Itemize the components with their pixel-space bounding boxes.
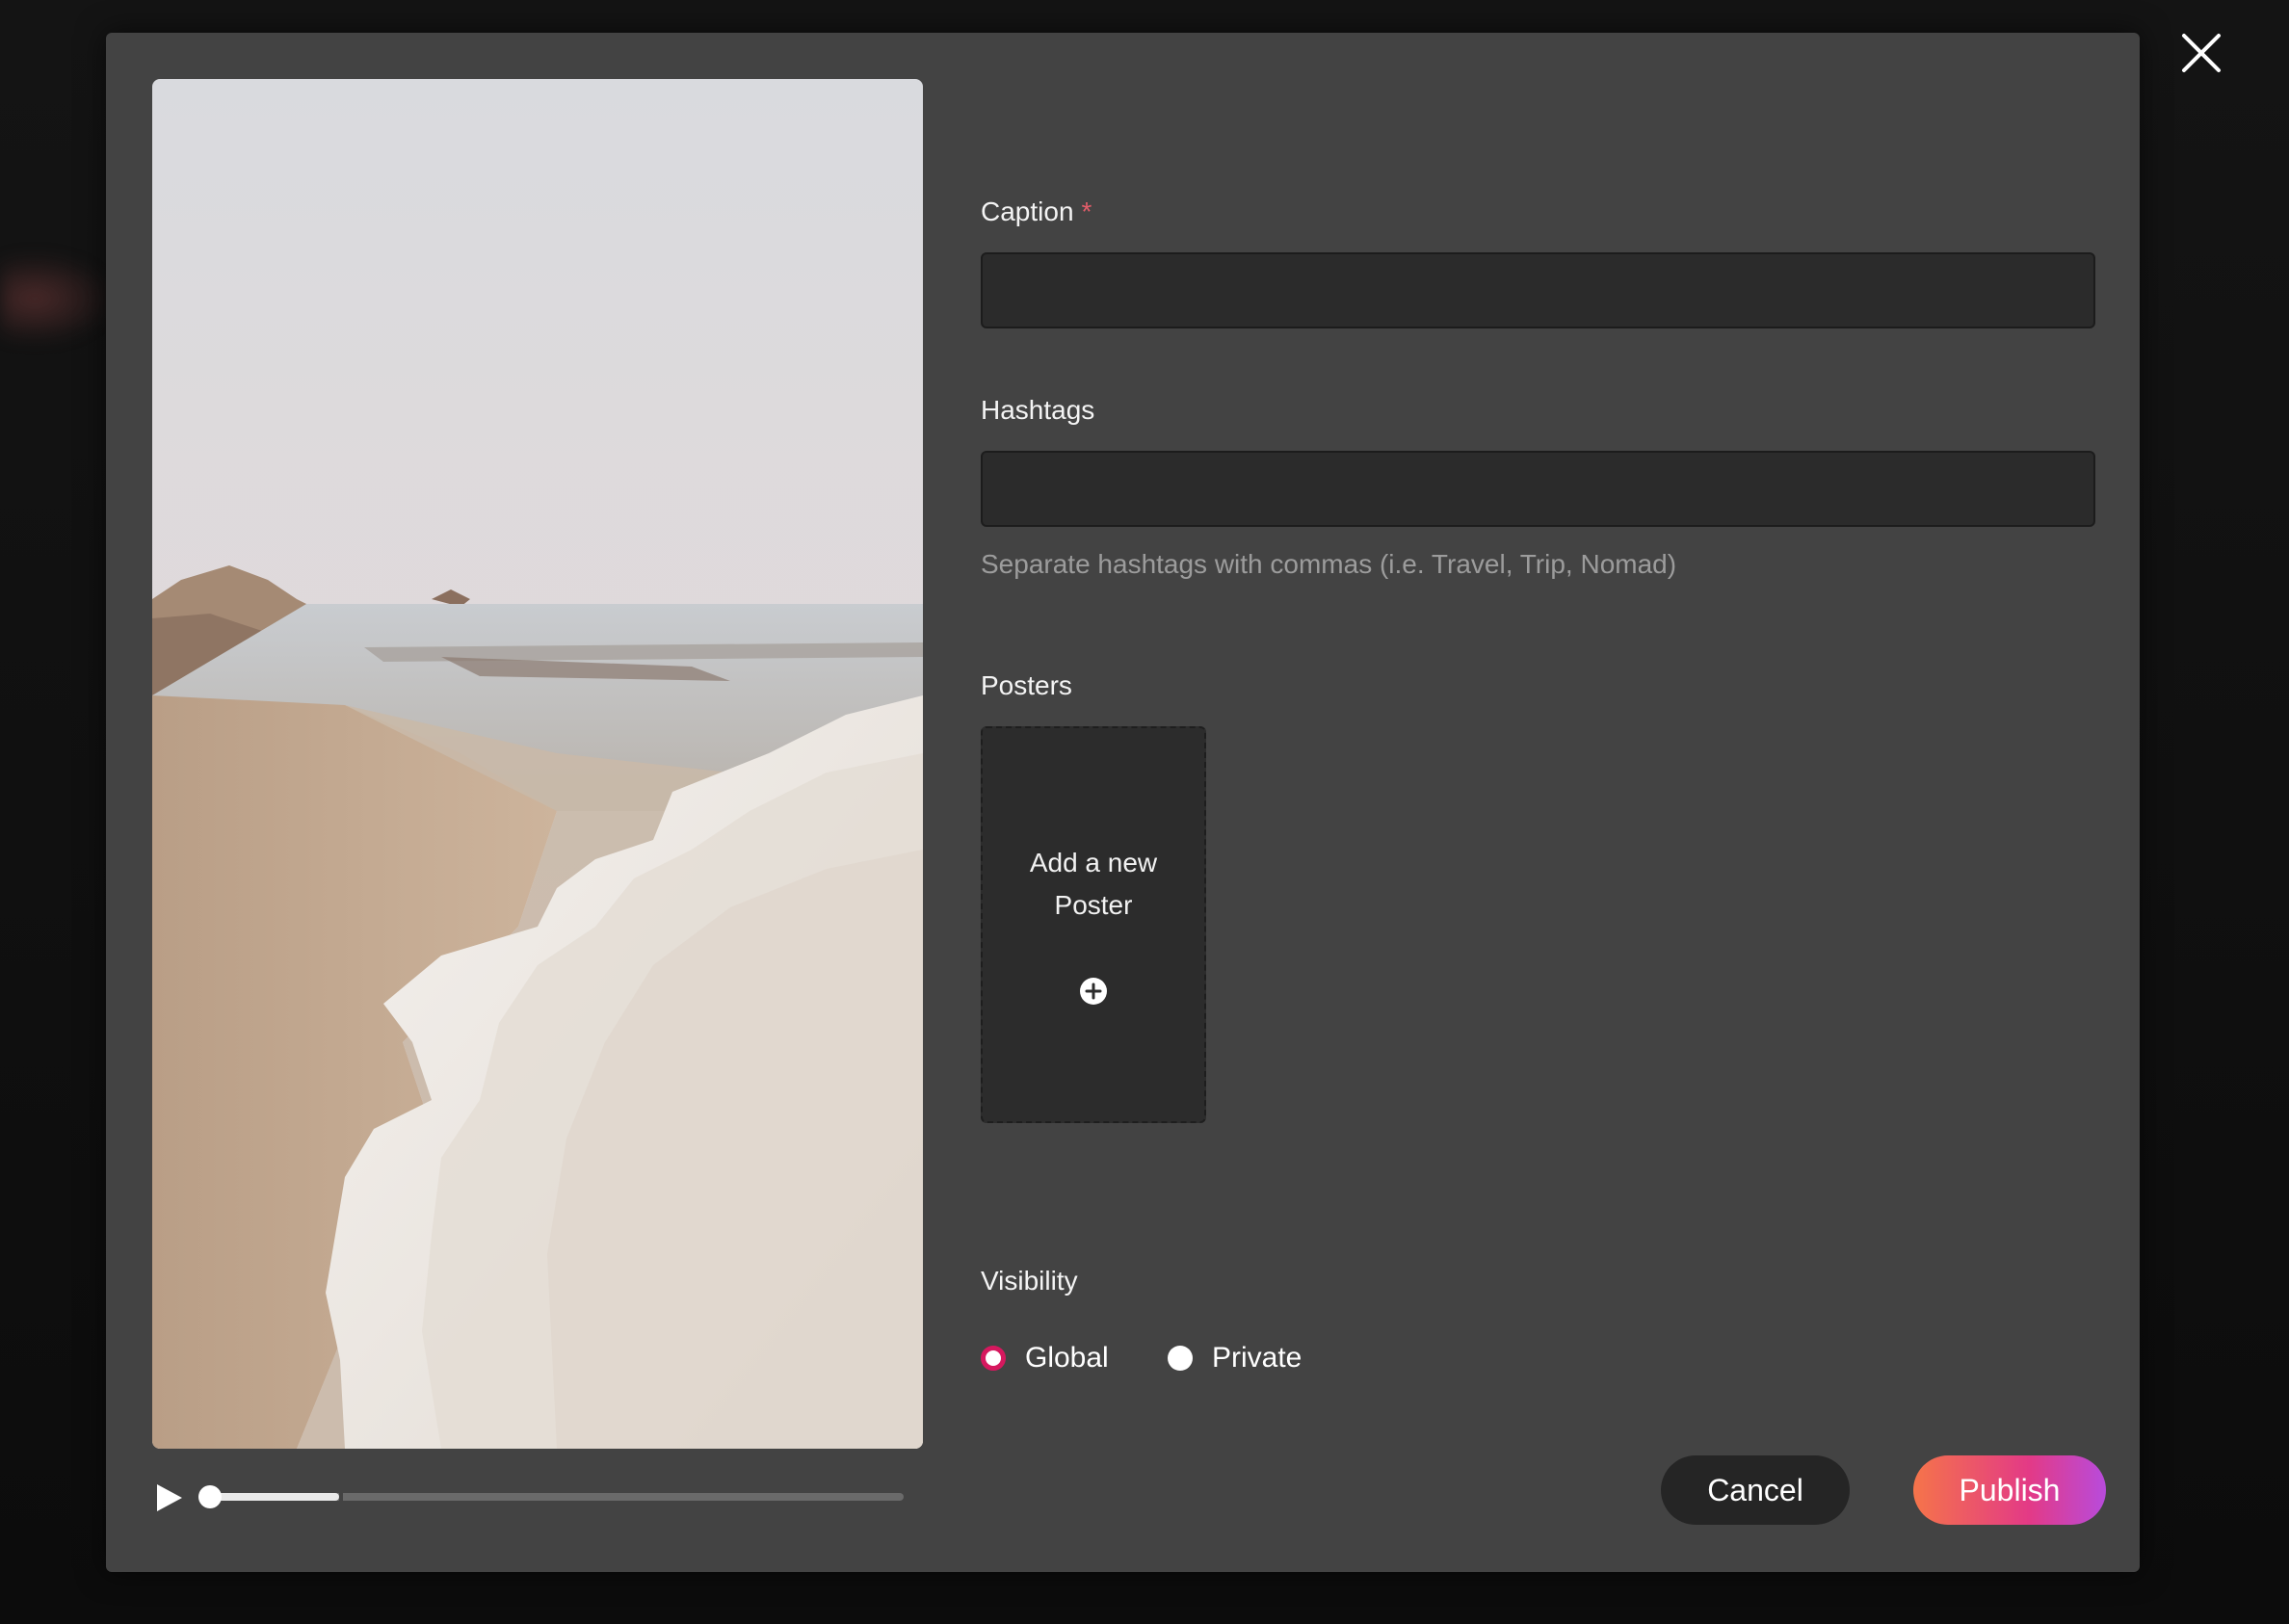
caption-input[interactable] [981,252,2095,328]
play-icon[interactable] [152,1481,185,1514]
beach-preview-image [152,79,923,1449]
caption-label: Caption * [981,196,1092,227]
progress-track[interactable] [198,1485,904,1508]
close-icon [2182,34,2221,72]
video-preview[interactable] [152,79,923,1449]
radio-global[interactable]: Global [981,1339,1109,1377]
hashtags-input[interactable] [981,451,2095,527]
radio-global-indicator[interactable] [981,1346,1006,1371]
visibility-label: Visibility [981,1266,1078,1296]
add-poster-button[interactable]: Add a new Poster [981,726,1206,1123]
background-blur [0,252,116,345]
close-button[interactable] [2175,27,2227,79]
required-marker: * [1081,196,1092,226]
radio-private-label: Private [1212,1342,1302,1374]
plus-circle-icon [1080,978,1107,1005]
posters-label: Posters [981,670,1072,700]
video-player-controls [152,1476,923,1518]
hashtags-label: Hashtags [981,395,1095,425]
cancel-button[interactable]: Cancel [1661,1455,1850,1525]
add-poster-label: Add a new Poster [983,842,1204,927]
progress-thumb[interactable] [198,1485,222,1508]
radio-private[interactable]: Private [1168,1339,1302,1377]
add-poster-line1: Add a new [1029,848,1158,877]
radio-private-indicator[interactable] [1168,1346,1193,1371]
add-poster-line2: Poster [1054,890,1133,920]
upload-modal: Caption * Hashtags Separate hashtags with… [106,33,2140,1572]
radio-global-label: Global [1025,1342,1109,1374]
progress-divider [339,1492,344,1502]
hashtags-helper-text: Separate hashtags with commas (i.e. Trav… [981,549,1677,579]
publish-button[interactable]: Publish [1913,1455,2106,1525]
caption-label-text: Caption [981,196,1074,226]
